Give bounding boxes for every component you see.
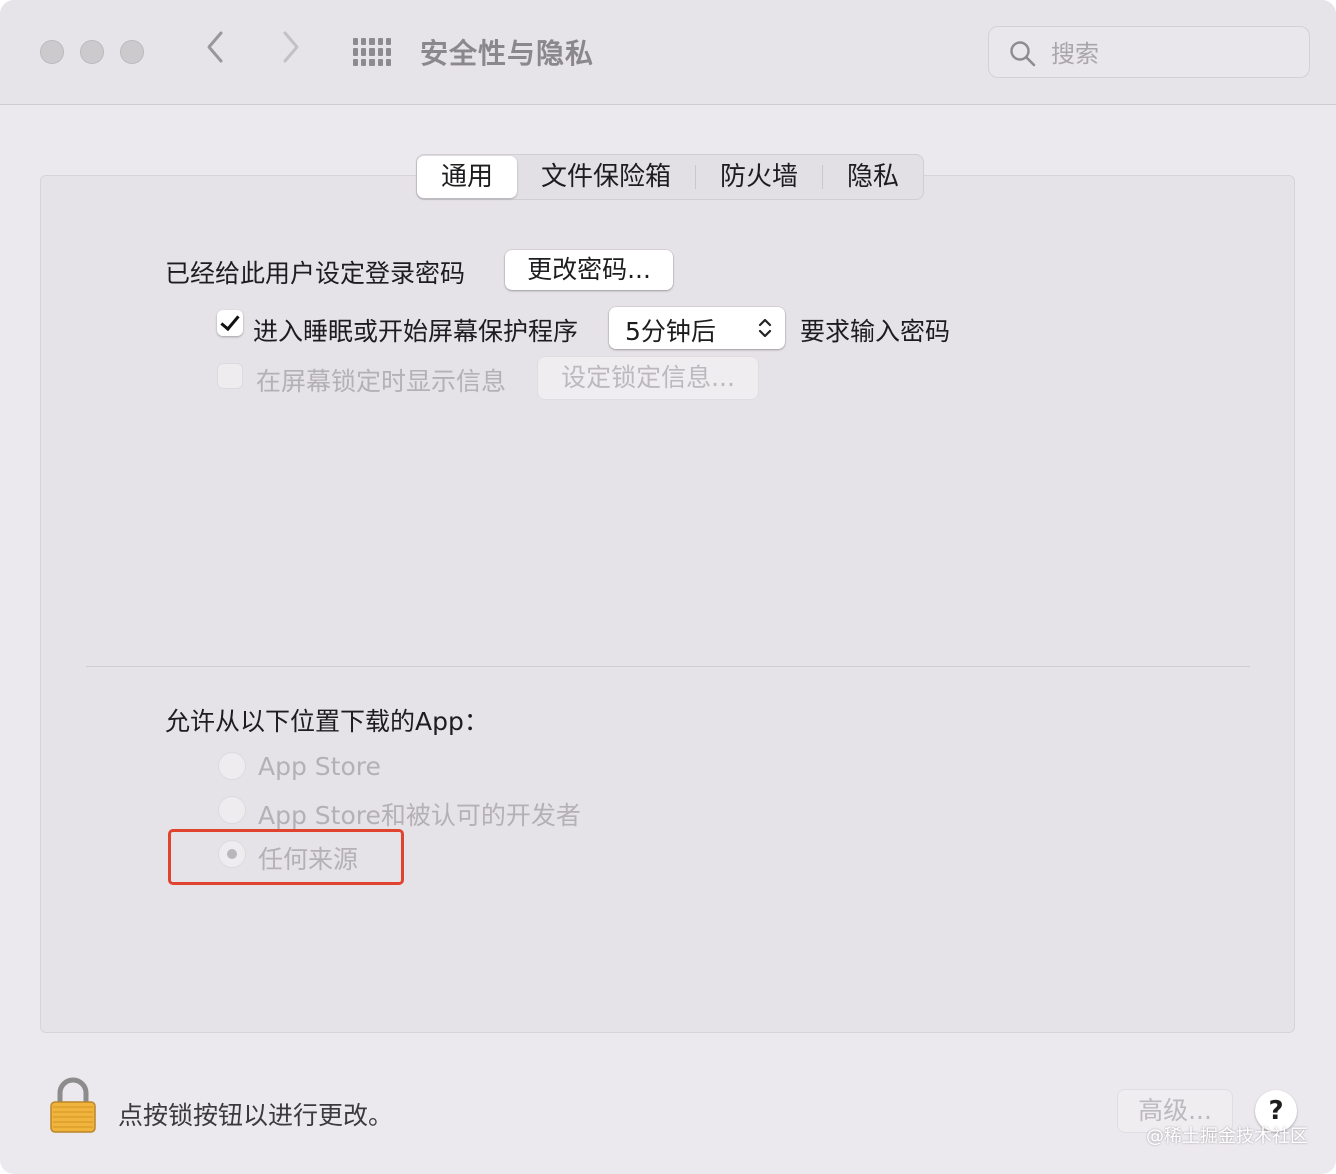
password-set-text: 已经给此用户设定登录密码 (165, 259, 466, 288)
tab-bar: 通用 文件保险箱 防火墙 隐私 (416, 154, 925, 200)
password-delay-value: 5分钟后 (625, 317, 716, 346)
show-all-grid-icon[interactable] (353, 38, 391, 66)
zoom-window-button[interactable] (120, 40, 144, 64)
back-button[interactable] (204, 30, 226, 73)
search-icon (1010, 41, 1036, 67)
tab-privacy[interactable]: 隐私 (823, 156, 923, 198)
forward-button[interactable] (280, 30, 302, 73)
require-password-label: 进入睡眠或开始屏幕保护程序 (253, 317, 579, 346)
chevron-right-icon (283, 31, 299, 63)
password-delay-select[interactable]: 5分钟后 (609, 307, 785, 349)
tab-firewall[interactable]: 防火墙 (696, 156, 822, 198)
tab-general[interactable]: 通用 (417, 156, 518, 198)
section-divider (86, 666, 1250, 667)
radio-app-store-label: App Store (258, 752, 381, 781)
set-lock-message-button[interactable]: 设定锁定信息... (538, 357, 758, 399)
updown-chevron-icon (758, 318, 772, 338)
chevron-left-icon (207, 31, 223, 63)
watermark-text: @稀土掘金技术社区 (1146, 1126, 1308, 1147)
show-message-label: 在屏幕锁定时显示信息 (256, 367, 507, 396)
search-input[interactable] (1049, 37, 1293, 71)
require-password-checkbox[interactable] (217, 310, 243, 336)
title-bar: 安全性与隐私 (0, 0, 1336, 105)
tab-filevault[interactable]: 文件保险箱 (517, 156, 695, 198)
download-heading: 允许从以下位置下载的App： (165, 707, 489, 736)
radio-identified-developers[interactable] (218, 796, 246, 824)
show-message-checkbox[interactable] (217, 363, 243, 389)
require-password-suffix: 要求输入密码 (800, 317, 951, 346)
lock-icon[interactable] (48, 1076, 98, 1134)
minimize-window-button[interactable] (80, 40, 104, 64)
window-title: 安全性与隐私 (420, 37, 595, 70)
lock-hint-text: 点按锁按钮以进行更改。 (118, 1101, 394, 1130)
settings-panel (40, 175, 1295, 1033)
system-preferences-window: 安全性与隐私 通用 文件保险箱 防火墙 隐私 已经给此用户设定登录密码 更改密码… (0, 0, 1336, 1174)
search-field[interactable] (988, 26, 1310, 78)
highlight-annotation-box (168, 829, 404, 885)
close-window-button[interactable] (40, 40, 64, 64)
radio-identified-developers-label: App Store和被认可的开发者 (258, 801, 581, 830)
change-password-button[interactable]: 更改密码... (505, 250, 673, 290)
radio-app-store[interactable] (218, 752, 246, 780)
